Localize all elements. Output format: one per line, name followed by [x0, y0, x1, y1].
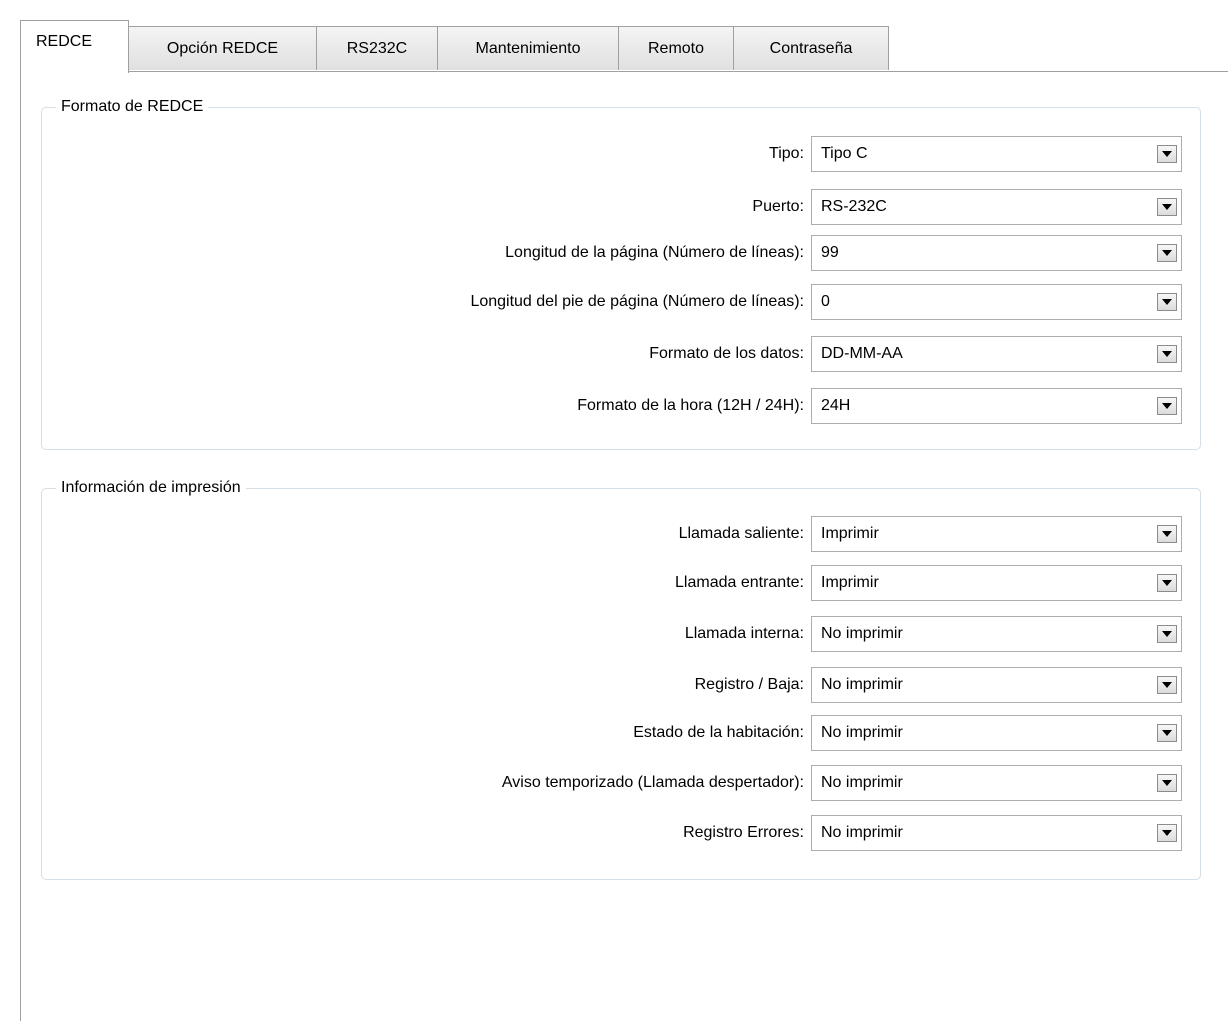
formato-datos-label: Formato de los datos:: [649, 345, 804, 362]
registro-baja-select[interactable]: No imprimir: [811, 667, 1182, 703]
row-formato-hora: Formato de la hora (12H / 24H): 24H: [42, 388, 1200, 424]
formato-datos-value: DD-MM-AA: [821, 345, 903, 362]
print-group-title: Información de impresión: [56, 477, 246, 499]
longitud-pagina-value: 99: [821, 244, 839, 261]
llamada-entrante-label: Llamada entrante:: [675, 574, 804, 591]
tab-mantenimiento[interactable]: Mantenimiento: [437, 26, 619, 70]
registro-baja-value: No imprimir: [821, 676, 903, 693]
row-registro-errores: Registro Errores: No imprimir: [42, 815, 1200, 851]
tab-remoto[interactable]: Remoto: [618, 26, 734, 70]
registro-baja-label: Registro / Baja:: [694, 676, 804, 693]
formato-hora-select[interactable]: 24H: [811, 388, 1182, 424]
longitud-pagina-label: Longitud de la página (Número de líneas)…: [505, 244, 804, 261]
aviso-temporizado-select[interactable]: No imprimir: [811, 765, 1182, 801]
row-aviso-temporizado: Aviso temporizado (Llamada despertador):…: [42, 765, 1200, 801]
row-llamada-entrante: Llamada entrante: Imprimir: [42, 565, 1200, 601]
row-tipo: Tipo: Tipo C: [42, 136, 1200, 172]
chevron-down-icon[interactable]: [1157, 625, 1177, 643]
row-longitud-pie: Longitud del pie de página (Número de lí…: [42, 284, 1200, 320]
row-longitud-pagina: Longitud de la página (Número de líneas)…: [42, 235, 1200, 271]
puerto-select[interactable]: RS-232C: [811, 189, 1182, 225]
panel-left-border: [20, 71, 21, 1021]
tipo-label: Tipo:: [769, 145, 804, 162]
estado-habitacion-value: No imprimir: [821, 724, 903, 741]
row-formato-datos: Formato de los datos: DD-MM-AA: [42, 336, 1200, 372]
tipo-select[interactable]: Tipo C: [811, 136, 1182, 172]
estado-habitacion-select[interactable]: No imprimir: [811, 715, 1182, 751]
llamada-saliente-value: Imprimir: [821, 525, 879, 542]
row-estado-habitacion: Estado de la habitación: No imprimir: [42, 715, 1200, 751]
chevron-down-icon[interactable]: [1157, 293, 1177, 311]
tipo-value: Tipo C: [821, 145, 868, 162]
row-puerto: Puerto: RS-232C: [42, 189, 1200, 225]
aviso-temporizado-label: Aviso temporizado (Llamada despertador):: [501, 774, 804, 791]
llamada-saliente-select[interactable]: Imprimir: [811, 516, 1182, 552]
row-registro-baja: Registro / Baja: No imprimir: [42, 667, 1200, 703]
format-group-title: Formato de REDCE: [56, 96, 209, 118]
llamada-interna-value: No imprimir: [821, 625, 903, 642]
chevron-down-icon[interactable]: [1157, 574, 1177, 592]
estado-habitacion-label: Estado de la habitación:: [633, 724, 804, 741]
chevron-down-icon[interactable]: [1157, 198, 1177, 216]
longitud-pie-select[interactable]: 0: [811, 284, 1182, 320]
chevron-down-icon[interactable]: [1157, 676, 1177, 694]
llamada-interna-select[interactable]: No imprimir: [811, 616, 1182, 652]
formato-hora-label: Formato de la hora (12H / 24H):: [577, 397, 804, 414]
chevron-down-icon[interactable]: [1157, 244, 1177, 262]
llamada-entrante-select[interactable]: Imprimir: [811, 565, 1182, 601]
tab-opcion-redce[interactable]: Opción REDCE: [128, 26, 317, 70]
puerto-value: RS-232C: [821, 198, 887, 215]
llamada-saliente-label: Llamada saliente:: [678, 525, 804, 542]
aviso-temporizado-value: No imprimir: [821, 774, 903, 791]
registro-errores-select[interactable]: No imprimir: [811, 815, 1182, 851]
chevron-down-icon[interactable]: [1157, 724, 1177, 742]
formato-hora-value: 24H: [821, 397, 851, 414]
formato-datos-select[interactable]: DD-MM-AA: [811, 336, 1182, 372]
print-group: Información de impresión Llamada salient…: [41, 477, 1201, 880]
chevron-down-icon[interactable]: [1157, 345, 1177, 363]
format-group: Formato de REDCE Tipo: Tipo C Puerto: RS…: [41, 96, 1201, 450]
chevron-down-icon[interactable]: [1157, 145, 1177, 163]
registro-errores-value: No imprimir: [821, 824, 903, 841]
chevron-down-icon[interactable]: [1157, 397, 1177, 415]
tab-redce[interactable]: REDCE: [20, 20, 129, 73]
row-llamada-saliente: Llamada saliente: Imprimir: [42, 516, 1200, 552]
tab-contrasena[interactable]: Contraseña: [733, 26, 889, 70]
llamada-entrante-value: Imprimir: [821, 574, 879, 591]
chevron-down-icon[interactable]: [1157, 525, 1177, 543]
longitud-pie-value: 0: [821, 293, 830, 310]
chevron-down-icon[interactable]: [1157, 774, 1177, 792]
puerto-label: Puerto:: [752, 198, 804, 215]
tab-strip: REDCE Opción REDCE RS232C Mantenimiento …: [20, 20, 1228, 73]
longitud-pagina-select[interactable]: 99: [811, 235, 1182, 271]
registro-errores-label: Registro Errores:: [683, 824, 804, 841]
tab-rs232c[interactable]: RS232C: [316, 26, 438, 70]
longitud-pie-label: Longitud del pie de página (Número de lí…: [470, 293, 804, 310]
llamada-interna-label: Llamada interna:: [684, 625, 804, 642]
tab-panel-border: [20, 71, 1228, 72]
chevron-down-icon[interactable]: [1157, 824, 1177, 842]
row-llamada-interna: Llamada interna: No imprimir: [42, 616, 1200, 652]
